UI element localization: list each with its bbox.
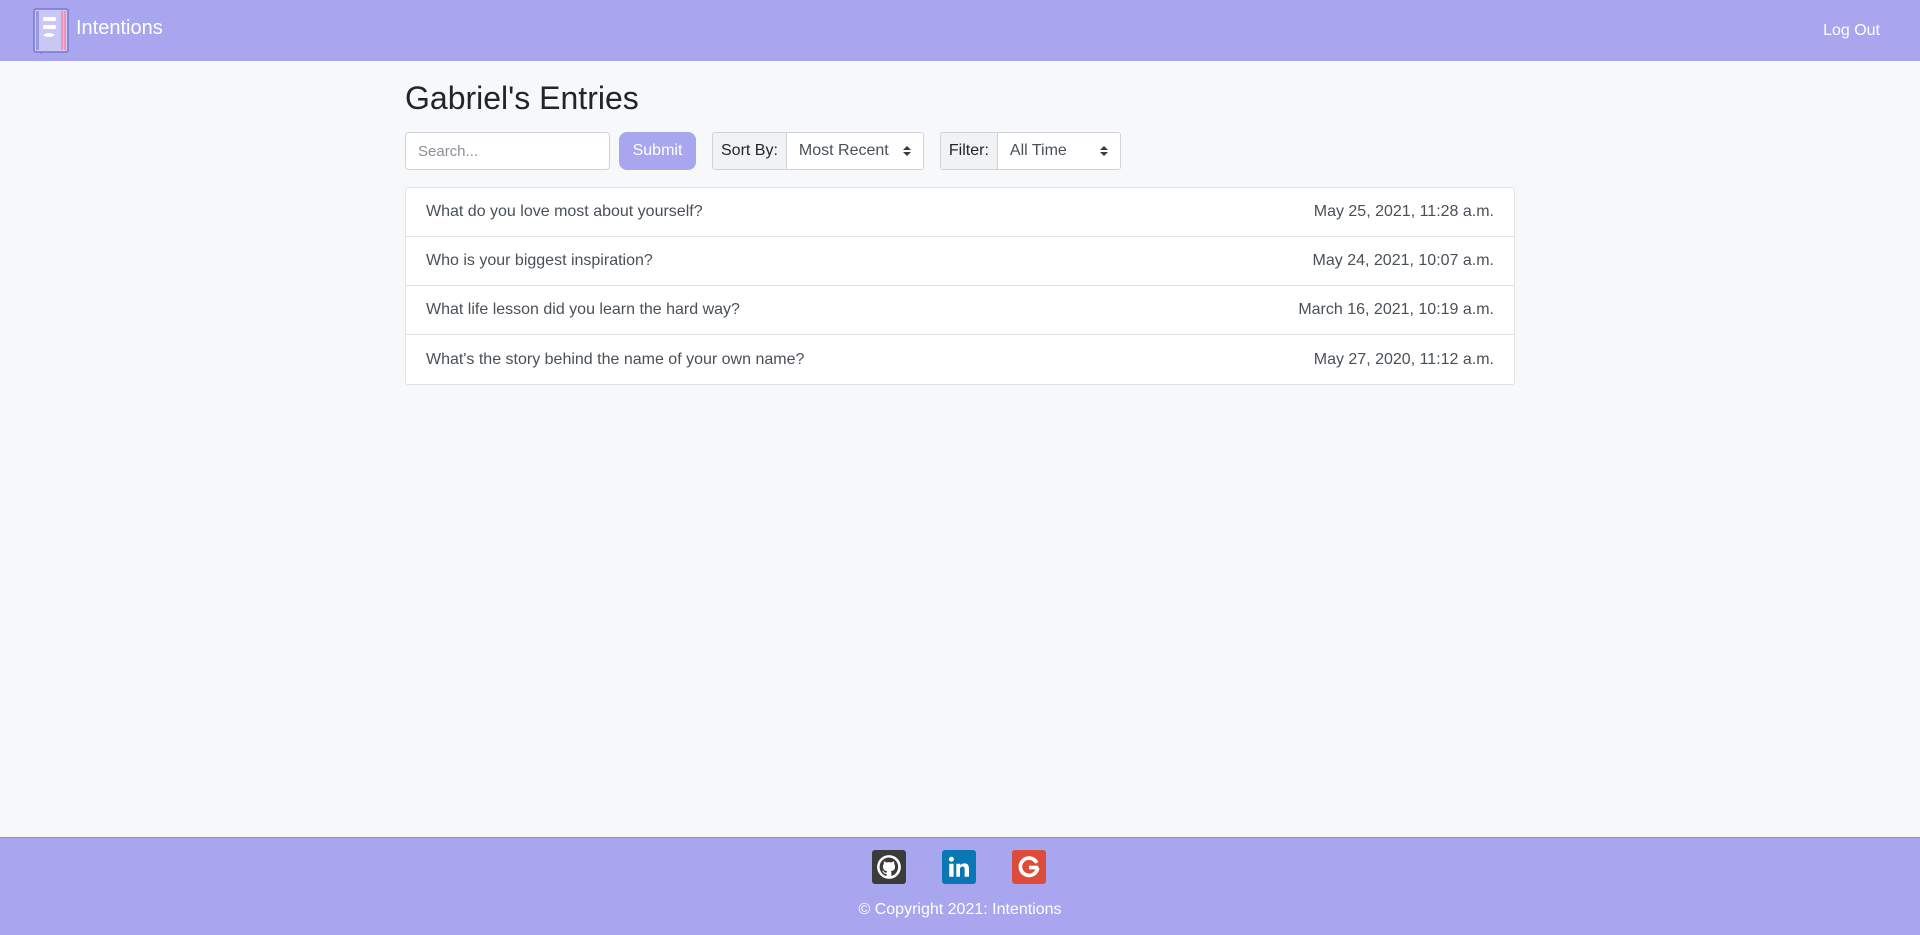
select-arrows-icon [902,146,911,156]
filter-group: Filter: All Time [939,132,1121,170]
github-link[interactable] [872,850,906,884]
social-links [872,850,1046,884]
entry-item[interactable]: What life lesson did you learn the hard … [406,286,1514,335]
google-link[interactable] [1012,850,1046,884]
logout-link[interactable]: Log Out [1823,22,1880,40]
filter-selected-value: All Time [1009,142,1067,159]
filter-label: Filter: [940,133,998,169]
footer: © Copyright 2021: Intentions [0,837,1920,935]
entry-question: What's the story behind the name of your… [426,350,805,368]
submit-button[interactable]: Submit [619,132,696,170]
navbar: Intentions Log Out [0,0,1920,61]
entry-item[interactable]: What's the story behind the name of your… [406,335,1514,384]
search-input[interactable] [405,132,610,170]
entry-date: May 25, 2021, 11:28 a.m. [1313,203,1494,220]
linkedin-icon [948,856,969,877]
entry-date: May 24, 2021, 10:07 a.m. [1312,252,1494,269]
entries-list: What do you love most about yourself? Ma… [405,187,1515,385]
select-arrows-icon [1099,146,1108,156]
copyright-text: © Copyright 2021: Intentions [858,901,1062,918]
github-icon [877,855,901,879]
linkedin-link[interactable] [942,850,976,884]
sort-select[interactable]: Most Recent [786,133,923,169]
sort-group: Sort By: Most Recent [712,132,924,170]
brand-link[interactable]: Intentions [32,7,163,54]
google-icon [1018,856,1040,878]
sort-label: Sort By: [713,133,787,169]
main-content: Gabriel's Entries Submit Sort By: Most R… [405,61,1515,385]
entry-question: What do you love most about yourself? [426,203,703,220]
brand-name: Intentions [76,17,163,39]
journal-logo-icon [33,7,69,54]
filter-select[interactable]: All Time [997,133,1120,169]
controls-bar: Submit Sort By: Most Recent Filter: All … [405,132,1515,170]
entry-date: March 16, 2021, 10:19 a.m. [1298,301,1494,318]
page-title: Gabriel's Entries [405,80,639,116]
entry-date: May 27, 2020, 11:12 a.m. [1313,350,1494,368]
entry-question: What life lesson did you learn the hard … [426,301,740,318]
entry-item[interactable]: Who is your biggest inspiration? May 24,… [406,237,1514,286]
entry-question: Who is your biggest inspiration? [426,252,653,269]
sort-selected-value: Most Recent [798,142,889,159]
entry-item[interactable]: What do you love most about yourself? Ma… [406,188,1514,237]
